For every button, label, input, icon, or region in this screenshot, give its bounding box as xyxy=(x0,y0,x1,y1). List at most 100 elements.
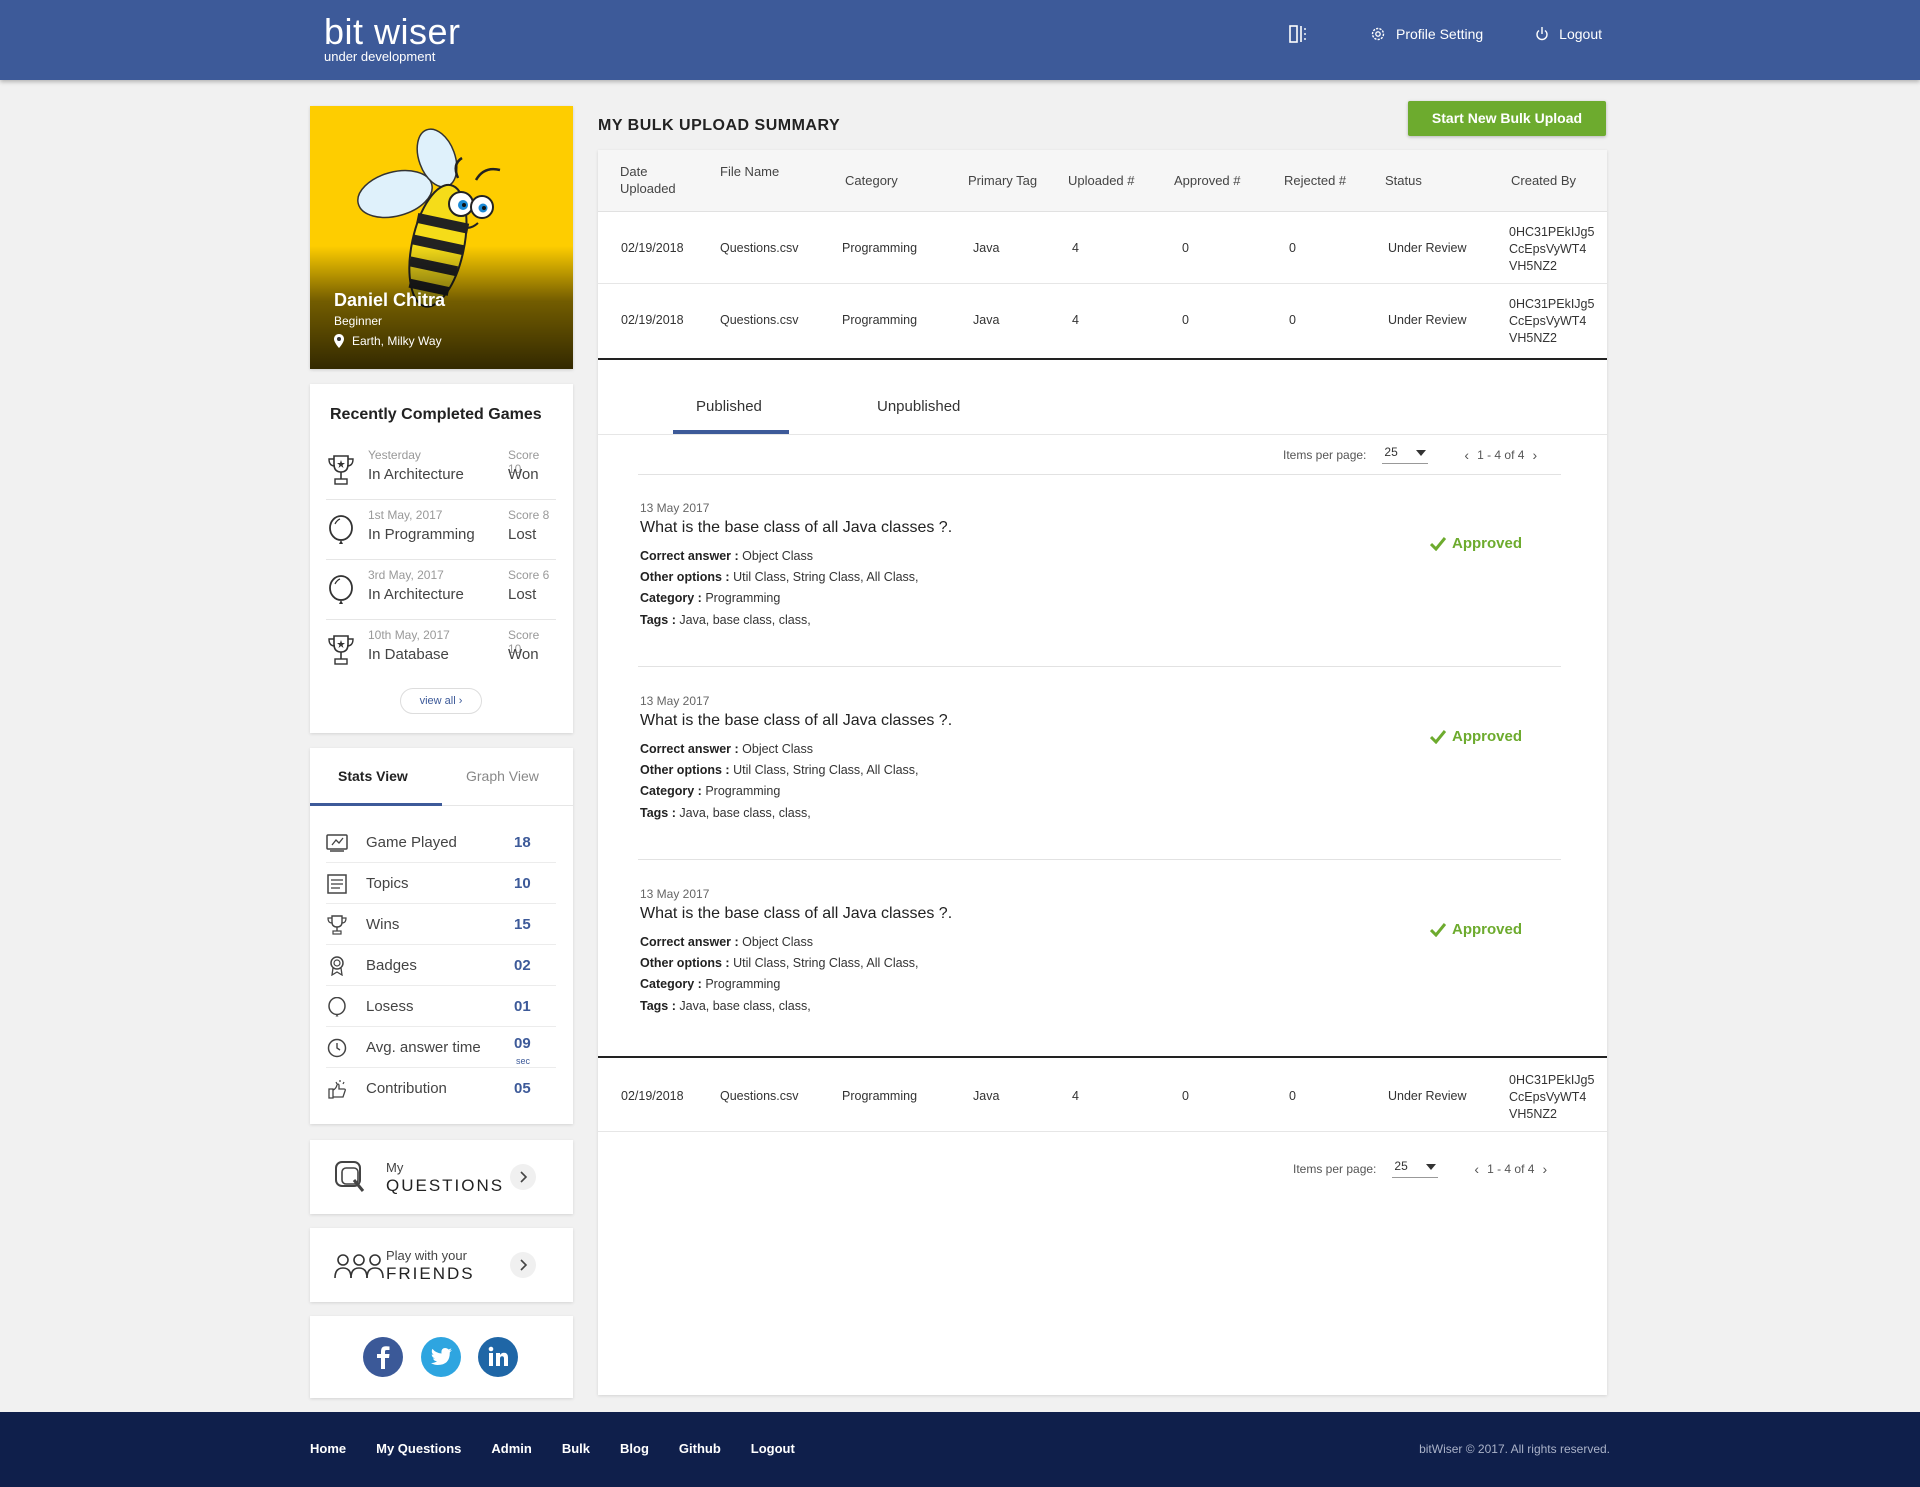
status-badge: Approved xyxy=(1430,921,1522,938)
layout-toggle-button[interactable] xyxy=(1288,24,1318,44)
column-header[interactable]: File Name xyxy=(720,163,780,180)
profile-level: Beginner xyxy=(334,314,383,328)
cell-tag: Java xyxy=(973,1089,1000,1103)
game-date: Yesterday xyxy=(368,448,421,462)
checkmark-icon xyxy=(1430,729,1446,744)
brand-logo[interactable]: bit wiser under development xyxy=(324,14,461,64)
field-label: Other options : xyxy=(640,956,730,970)
game-result: Lost xyxy=(508,586,537,603)
game-row[interactable]: 1st May, 2017 In Programming Score 8 Los… xyxy=(326,500,556,560)
cell-file: Questions.csv xyxy=(720,313,799,327)
my-questions-card[interactable]: My QUESTIONS xyxy=(310,1140,573,1214)
chevron-right-icon[interactable] xyxy=(510,1164,536,1190)
game-result: Won xyxy=(508,466,539,483)
publish-tabs: Published Unpublished xyxy=(598,360,1607,435)
items-per-page-label: Items per page: xyxy=(1283,447,1367,462)
game-category: In Architecture xyxy=(368,466,464,483)
friends-small: Play with your xyxy=(386,1248,467,1263)
recent-games-title: Recently Completed Games xyxy=(330,406,542,423)
cell-status: Under Review xyxy=(1388,313,1467,327)
stat-row-wins: Wins 15 xyxy=(326,904,556,945)
brand-subtitle: under development xyxy=(324,49,436,64)
tab-unpublished[interactable]: Unpublished xyxy=(877,398,960,415)
question-correct: Correct answer : Object Class xyxy=(640,935,813,949)
field-value: Programming xyxy=(705,591,781,605)
cell-date: 02/19/2018 xyxy=(621,313,684,327)
twitter-icon[interactable] xyxy=(421,1337,461,1377)
chevron-right-icon[interactable]: › xyxy=(1532,447,1537,463)
chevron-left-icon[interactable]: ‹ xyxy=(1474,1161,1479,1177)
status-text: Approved xyxy=(1452,921,1523,938)
game-row[interactable]: Yesterday In Architecture Score 10 Won xyxy=(326,440,556,500)
created-by-part: 0HC31PEkIJg5 xyxy=(1509,297,1595,311)
cell-created-by: 0HC31PEkIJg5 CcEpsVyWT4 VH5NZ2 xyxy=(1509,224,1594,275)
stat-row-game-played: Game Played 18 xyxy=(326,822,556,863)
logout-label: Logout xyxy=(1559,26,1602,42)
column-header[interactable]: Date Uploaded xyxy=(620,163,690,197)
logout-button[interactable]: Logout xyxy=(1535,26,1602,42)
field-value: Util Class, String Class, All Class, xyxy=(733,763,919,777)
linkedin-icon[interactable] xyxy=(478,1337,518,1377)
profile-setting-button[interactable]: Profile Setting xyxy=(1370,26,1483,42)
balloon-icon xyxy=(329,515,353,544)
balloon-icon xyxy=(329,575,353,604)
facebook-icon[interactable] xyxy=(363,1337,403,1377)
view-all-button[interactable]: view all › xyxy=(400,688,482,714)
copyright: bitWiser © 2017. All rights reserved. xyxy=(1419,1442,1610,1456)
cell-tag: Java xyxy=(973,313,1000,327)
tab-graph-view[interactable]: Graph View xyxy=(466,768,539,784)
field-value: Java, base class, class, xyxy=(679,999,811,1013)
column-header[interactable]: Rejected # xyxy=(1284,172,1346,189)
field-value: Java, base class, class, xyxy=(679,806,811,820)
tab-published[interactable]: Published xyxy=(696,398,762,415)
field-value: Object Class xyxy=(742,549,813,563)
chevron-right-icon: › xyxy=(458,695,463,707)
chevron-right-icon[interactable] xyxy=(510,1252,536,1278)
footer-link-admin[interactable]: Admin xyxy=(491,1441,531,1456)
game-row[interactable]: 3rd May, 2017 In Architecture Score 6 Lo… xyxy=(326,560,556,620)
top-bar: bit wiser under development Profile Sett… xyxy=(0,0,1920,80)
table-row[interactable]: 02/19/2018 Questions.csv Programming Jav… xyxy=(598,212,1607,284)
cell-date: 02/19/2018 xyxy=(621,1089,684,1103)
play-with-friends-card[interactable]: Play with your FRIENDS xyxy=(310,1228,573,1302)
field-label: Other options : xyxy=(640,570,730,584)
items-per-page-select[interactable]: 25 xyxy=(1382,445,1429,464)
checkmark-icon xyxy=(1430,536,1446,551)
stat-value: 09 xyxy=(514,1035,531,1052)
friends-icon xyxy=(334,1254,384,1279)
column-header[interactable]: Status xyxy=(1385,172,1422,189)
column-header[interactable]: Uploaded # xyxy=(1068,172,1135,189)
footer-link-blog[interactable]: Blog xyxy=(620,1441,649,1456)
page-range: 1 - 4 of 4 xyxy=(1477,447,1525,462)
items-per-page-select[interactable]: 25 xyxy=(1392,1159,1439,1178)
column-header[interactable]: Created By xyxy=(1511,172,1576,189)
cell-approved: 0 xyxy=(1182,313,1189,327)
stat-value: 02 xyxy=(514,957,531,974)
column-header[interactable]: Category xyxy=(845,172,898,189)
field-label: Category : xyxy=(640,591,702,605)
table-row[interactable]: 02/19/2018 Questions.csv Programming Jav… xyxy=(598,1060,1607,1132)
game-row[interactable]: 10th May, 2017 In Database Score 10 Won xyxy=(326,620,556,680)
start-new-bulk-upload-button[interactable]: Start New Bulk Upload xyxy=(1408,101,1606,136)
table-row[interactable]: 02/19/2018 Questions.csv Programming Jav… xyxy=(598,284,1607,356)
tab-stats-view[interactable]: Stats View xyxy=(338,768,408,784)
field-value: Programming xyxy=(705,784,781,798)
stat-value: 18 xyxy=(514,834,531,851)
stat-label: Topics xyxy=(366,875,409,892)
column-header[interactable]: Primary Tag xyxy=(968,172,1037,189)
footer-link-home[interactable]: Home xyxy=(310,1441,346,1456)
footer-link-my-questions[interactable]: My Questions xyxy=(376,1441,461,1456)
chevron-left-icon[interactable]: ‹ xyxy=(1464,447,1469,463)
created-by-part: 0HC31PEkIJg5 xyxy=(1509,225,1595,239)
stat-value: 15 xyxy=(514,916,531,933)
profile-setting-label: Profile Setting xyxy=(1396,26,1484,42)
column-header[interactable]: Approved # xyxy=(1174,172,1241,189)
stat-row-badges: Badges 02 xyxy=(326,945,556,986)
footer-link-github[interactable]: Github xyxy=(679,1441,721,1456)
field-label: Tags : xyxy=(640,806,676,820)
game-category: In Database xyxy=(368,646,449,663)
footer-link-bulk[interactable]: Bulk xyxy=(562,1441,590,1456)
chevron-right-icon[interactable]: › xyxy=(1542,1161,1547,1177)
contribution-icon xyxy=(328,1080,346,1099)
footer-link-logout[interactable]: Logout xyxy=(751,1441,795,1456)
